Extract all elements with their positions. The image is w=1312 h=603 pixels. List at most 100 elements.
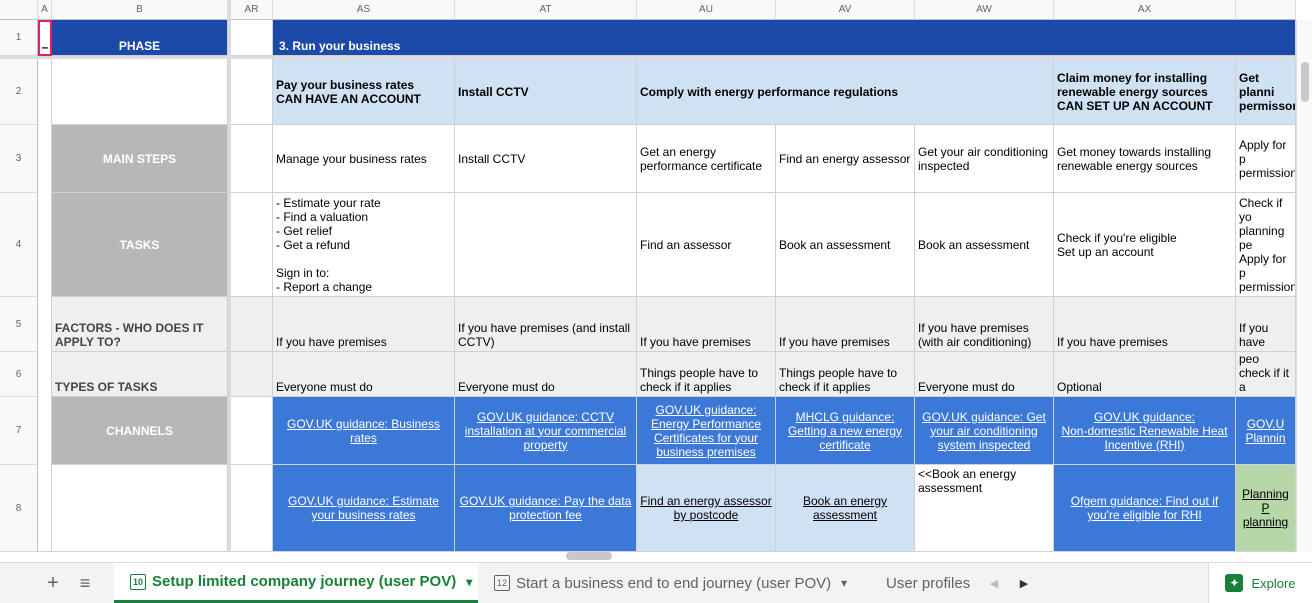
col-header-at[interactable]: AT xyxy=(455,0,637,20)
cell-av6[interactable]: Things people have to check if it applie… xyxy=(776,352,915,397)
link-estimate-business-rates[interactable]: GOV.UK guidance: Estimate your business … xyxy=(273,465,455,552)
add-sheet-button[interactable]: + xyxy=(40,563,66,603)
row-header-4[interactable]: 4 xyxy=(0,193,38,297)
cell-ar3[interactable] xyxy=(231,125,273,193)
cell-as6[interactable]: Everyone must do xyxy=(273,352,455,397)
cell-as2[interactable]: Pay your business rates CAN HAVE AN ACCO… xyxy=(273,59,455,125)
col-header-b[interactable]: B xyxy=(52,0,228,20)
link-find-assessor-text[interactable]: Find an energy assessor by postcode xyxy=(640,494,772,522)
col-header-ar[interactable]: AR xyxy=(231,0,273,20)
cell-tasks-label[interactable]: TASKS xyxy=(52,193,228,297)
cell-ar2[interactable] xyxy=(231,59,273,125)
link-book-energy-assessment[interactable]: Book an energy assessment xyxy=(776,465,915,552)
col-header-a[interactable]: A xyxy=(38,0,52,20)
select-all-corner[interactable] xyxy=(0,0,38,20)
link-energy-performance-certificates[interactable]: GOV.UK guidance: Energy Performance Cert… xyxy=(637,397,776,465)
link-ofgem-text[interactable]: Ofgem guidance: Find out if you're eligi… xyxy=(1057,494,1232,522)
scroll-tabs-left-icon[interactable]: ◀ xyxy=(984,563,1004,603)
link-find-energy-assessor[interactable]: Find an energy assessor by postcode xyxy=(637,465,776,552)
col-header-as[interactable]: AS xyxy=(273,0,455,20)
link-planning-portal[interactable]: Planning P planning xyxy=(1236,465,1296,552)
link-renewable-heat-incentive[interactable]: GOV.UK guidance: Non-domestic Renewable … xyxy=(1054,397,1236,465)
spreadsheet-grid[interactable]: A B AR AS AT AU AV AW AX 1 2 3 4 5 6 7 8… xyxy=(0,0,1296,552)
col-header-aw[interactable]: AW xyxy=(915,0,1054,20)
tab-setup-limited-company-journey[interactable]: 10 Setup limited company journey (user P… xyxy=(114,563,478,603)
cell-au4[interactable]: Find an assessor xyxy=(637,193,776,297)
link-business-rates[interactable]: GOV.UK guidance: Business rates xyxy=(273,397,455,465)
cell-types-label[interactable]: TYPES OF TASKS xyxy=(52,352,228,397)
cell-as3[interactable]: Manage your business rates xyxy=(273,125,455,193)
link-mhclg-text[interactable]: MHCLG guidance: Getting a new energy cer… xyxy=(779,410,911,452)
link-estimate-text[interactable]: GOV.UK guidance: Estimate your business … xyxy=(276,494,451,522)
link-data-protection-text[interactable]: GOV.UK guidance: Pay the data protection… xyxy=(458,494,633,522)
cell-a-body[interactable] xyxy=(38,59,52,552)
cell-factors-label[interactable]: FACTORS - WHO DOES IT APPLY TO? xyxy=(52,297,228,352)
row-header-3[interactable]: 3 xyxy=(0,125,38,193)
cell-ay6[interactable]: Things peo check if it a xyxy=(1236,352,1296,397)
link-data-protection-fee[interactable]: GOV.UK guidance: Pay the data protection… xyxy=(455,465,637,552)
cell-main-steps-label[interactable]: MAIN STEPS xyxy=(52,125,228,193)
link-book-assessment-text[interactable]: Book an energy assessment xyxy=(779,494,911,522)
cell-au2[interactable]: Comply with energy performance regulatio… xyxy=(637,59,1054,125)
cell-ar4[interactable] xyxy=(231,193,273,297)
cell-au3[interactable]: Get an energy performance certificate xyxy=(637,125,776,193)
cell-ay3[interactable]: Apply for p permission xyxy=(1236,125,1296,193)
link-air-conditioning-inspected[interactable]: GOV.UK guidance: Get your air conditioni… xyxy=(915,397,1054,465)
link-rhi-text[interactable]: GOV.UK guidance: Non-domestic Renewable … xyxy=(1057,410,1232,452)
cell-ar6[interactable] xyxy=(231,352,273,397)
link-aircon-text[interactable]: GOV.UK guidance: Get your air conditioni… xyxy=(918,410,1050,452)
row-header-8[interactable]: 8 xyxy=(0,465,38,552)
horizontal-scroll-thumb[interactable] xyxy=(566,552,612,560)
cell-aw3[interactable]: Get your air conditioning inspected xyxy=(915,125,1054,193)
cell-ar1[interactable] xyxy=(231,20,273,56)
cell-at4[interactable] xyxy=(455,193,637,297)
cell-as5[interactable]: If you have premises xyxy=(273,297,455,352)
link-planning-text[interactable]: GOV.U Plannin xyxy=(1239,417,1292,445)
link-planning-portal-text[interactable]: Planning P planning xyxy=(1239,487,1292,529)
cell-av3[interactable]: Find an energy assessor xyxy=(776,125,915,193)
cell-channels-label[interactable]: CHANNELS xyxy=(52,397,228,465)
row-header-1[interactable]: 1 xyxy=(0,20,38,56)
cell-aw4[interactable]: Book an assessment xyxy=(915,193,1054,297)
frozen-columns-divider[interactable] xyxy=(228,0,231,552)
cell-ax5[interactable]: If you have premises xyxy=(1054,297,1236,352)
frozen-rows-divider[interactable] xyxy=(0,56,1296,59)
cell-aw8[interactable]: <<Book an energy assessment xyxy=(915,465,1054,552)
link-mhclg-energy-certificate[interactable]: MHCLG guidance: Getting a new energy cer… xyxy=(776,397,915,465)
group-collapse-toggle[interactable]: – xyxy=(38,20,52,56)
explore-button[interactable]: ✦ Explore xyxy=(1208,563,1312,603)
cell-phase-label[interactable]: PHASE xyxy=(52,20,228,56)
link-ofgem-rhi-eligibility[interactable]: Ofgem guidance: Find out if you're eligi… xyxy=(1054,465,1236,552)
cell-aw5[interactable]: If you have premises (with air condition… xyxy=(915,297,1054,352)
cell-b2[interactable] xyxy=(52,59,228,125)
row-header-7[interactable]: 7 xyxy=(0,397,38,465)
tab-start-business-journey[interactable]: 12 Start a business end to end journey (… xyxy=(480,563,880,603)
col-header-av[interactable]: AV xyxy=(776,0,915,20)
cell-as4[interactable]: - Estimate your rate - Find a valuation … xyxy=(273,193,455,297)
tab-user-profiles[interactable]: User profiles xyxy=(870,563,992,603)
link-planning[interactable]: GOV.U Plannin xyxy=(1236,397,1296,465)
col-header-au[interactable]: AU xyxy=(637,0,776,20)
cell-ar5[interactable] xyxy=(231,297,273,352)
row-header-2[interactable]: 2 xyxy=(0,59,38,125)
row-header-6[interactable]: 6 xyxy=(0,352,38,397)
cell-ax3[interactable]: Get money towards installing renewable e… xyxy=(1054,125,1236,193)
cell-ax4[interactable]: Check if you're eligible Set up an accou… xyxy=(1054,193,1236,297)
chevron-down-icon[interactable]: ▾ xyxy=(841,576,847,590)
scroll-tabs-right-icon[interactable]: ▶ xyxy=(1014,563,1034,603)
cell-b8[interactable] xyxy=(52,465,228,552)
col-header-ay[interactable] xyxy=(1236,0,1296,20)
all-sheets-menu-icon[interactable]: ≡ xyxy=(72,563,98,603)
link-business-rates-text[interactable]: GOV.UK guidance: Business rates xyxy=(276,417,451,445)
cell-ar7[interactable] xyxy=(231,397,273,465)
cell-av5[interactable]: If you have premises xyxy=(776,297,915,352)
cell-at2[interactable]: Install CCTV xyxy=(455,59,637,125)
cell-ax6[interactable]: Optional xyxy=(1054,352,1236,397)
link-epc-text[interactable]: GOV.UK guidance: Energy Performance Cert… xyxy=(640,403,772,459)
cell-ax2[interactable]: Claim money for installing renewable ene… xyxy=(1054,59,1236,125)
cell-au6[interactable]: Things people have to check if it applie… xyxy=(637,352,776,397)
cell-au5[interactable]: If you have premises xyxy=(637,297,776,352)
cell-aw6[interactable]: Everyone must do xyxy=(915,352,1054,397)
vertical-scrollbar[interactable] xyxy=(1296,20,1312,552)
col-header-ax[interactable]: AX xyxy=(1054,0,1236,20)
